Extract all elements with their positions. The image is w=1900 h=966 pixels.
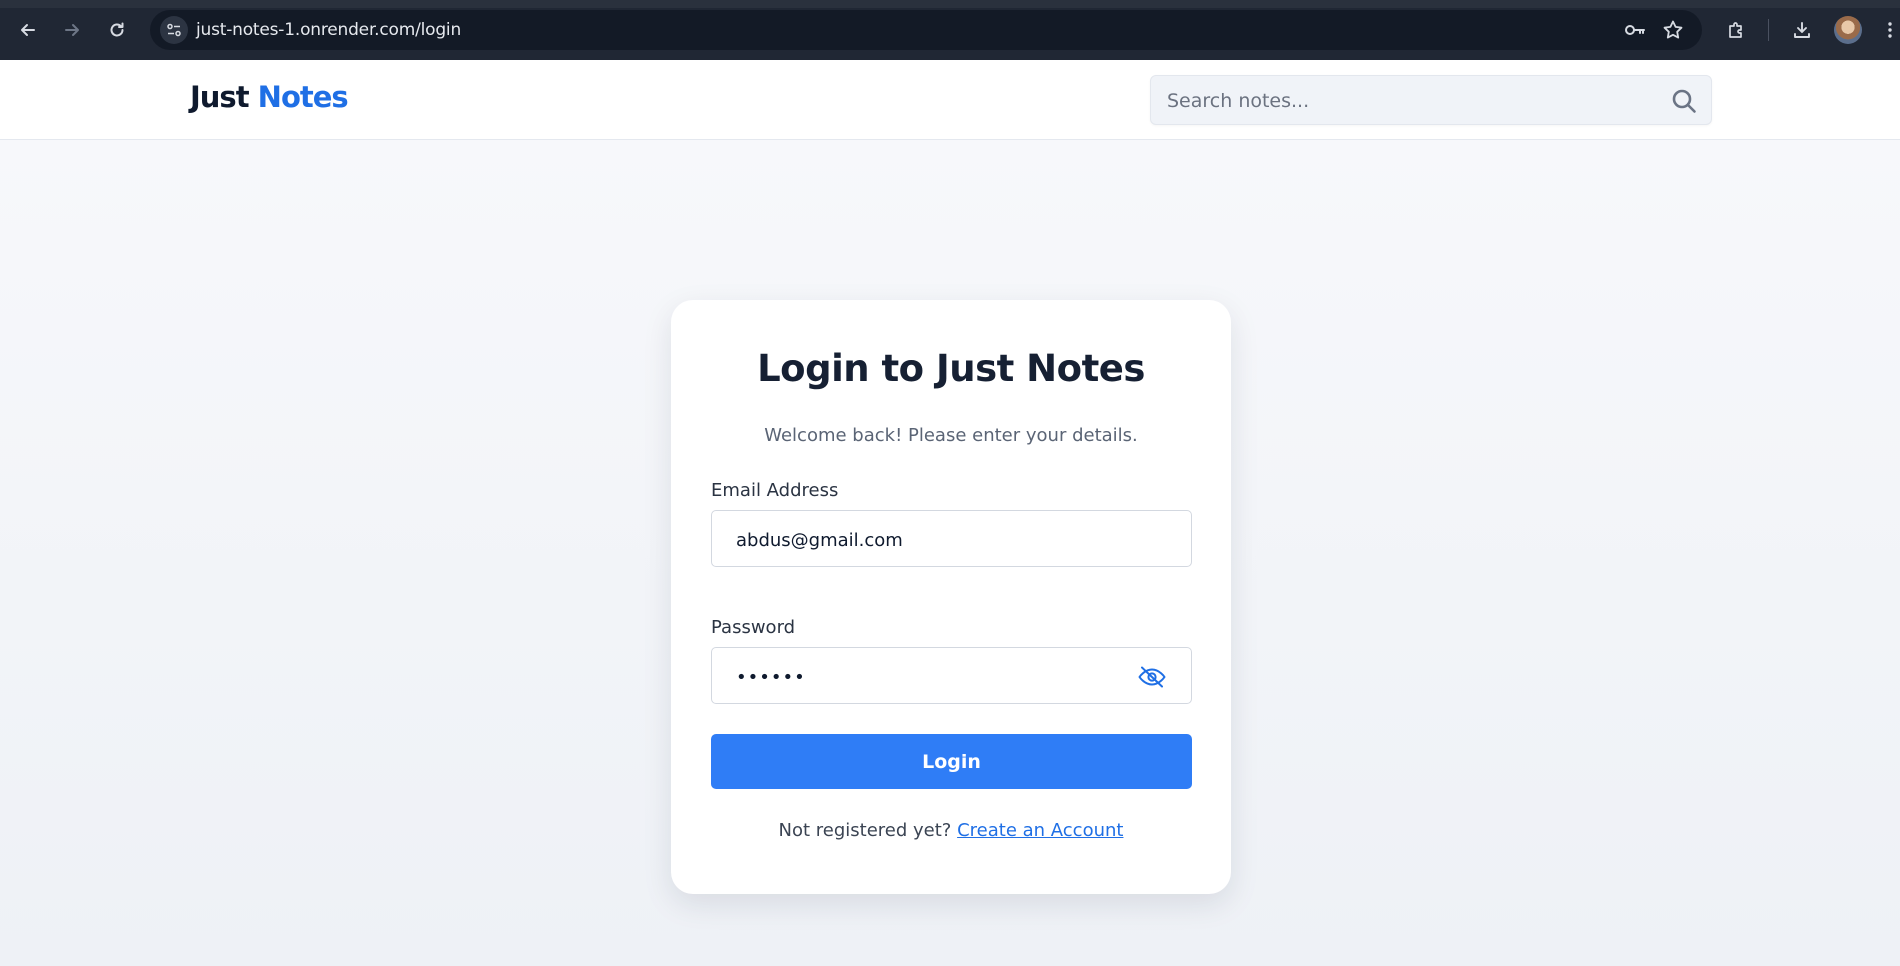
login-subtitle: Welcome back! Please enter your details. <box>764 425 1138 446</box>
login-title: Login to Just Notes <box>757 347 1145 390</box>
register-prompt-text: Not registered yet? <box>778 820 952 841</box>
login-card: Login to Just Notes Welcome back! Please… <box>671 300 1231 894</box>
toolbar-separator <box>1768 19 1769 41</box>
profile-avatar[interactable] <box>1834 16 1862 44</box>
star-icon[interactable] <box>1662 19 1684 45</box>
logo-notes: Notes <box>257 80 349 114</box>
login-button[interactable]: Login <box>711 734 1192 789</box>
key-icon[interactable] <box>1624 20 1646 44</box>
logo-just: Just <box>190 80 250 114</box>
email-field[interactable] <box>736 527 1136 553</box>
main-area: Login to Just Notes Welcome back! Please… <box>0 140 1900 966</box>
email-label: Email Address <box>711 480 839 501</box>
forward-icon[interactable] <box>58 16 86 44</box>
eye-slash-icon[interactable] <box>1137 664 1167 690</box>
reload-icon[interactable] <box>103 16 131 44</box>
download-icon[interactable] <box>1788 16 1816 44</box>
password-label: Password <box>711 617 796 638</box>
search-box <box>1150 75 1712 125</box>
url-text[interactable]: just-notes-1.onrender.com/login <box>196 20 461 40</box>
password-field-box <box>711 647 1192 704</box>
register-prompt: Not registered yet? Create an Account <box>671 820 1231 841</box>
create-account-link[interactable]: Create an Account <box>957 820 1123 841</box>
extensions-icon[interactable] <box>1722 16 1750 44</box>
back-icon[interactable] <box>14 16 42 44</box>
email-field-box <box>711 510 1192 567</box>
tab-strip <box>0 0 1900 8</box>
browser-chrome: just-notes-1.onrender.com/login <box>0 0 1900 60</box>
search-icon[interactable] <box>1671 88 1697 118</box>
search-input[interactable] <box>1167 88 1647 114</box>
logo[interactable]: Just Notes <box>190 80 349 114</box>
app-header: Just Notes <box>0 60 1900 140</box>
site-info-icon[interactable] <box>160 16 188 44</box>
more-icon[interactable] <box>1880 16 1900 44</box>
password-field[interactable] <box>736 664 1136 690</box>
address-bar[interactable]: just-notes-1.onrender.com/login <box>150 10 1702 50</box>
